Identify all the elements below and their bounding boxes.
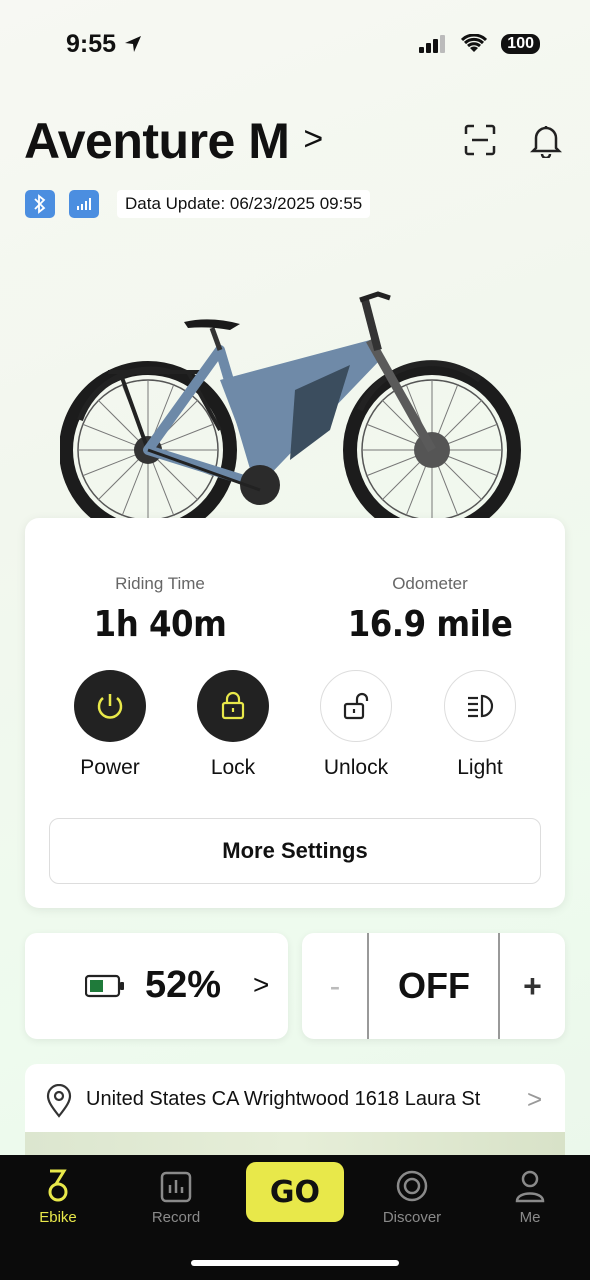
tab-record[interactable]: Record [136, 1163, 216, 1226]
assist-level-card: - OFF + [302, 933, 565, 1039]
bike-name-button[interactable]: Aventure M > [24, 112, 323, 170]
tab-me-label: Me [519, 1209, 541, 1226]
unlock-icon [320, 670, 392, 742]
chevron-right-icon: > [303, 119, 323, 158]
odometer-value: 16.9 mile [347, 604, 513, 645]
data-update-timestamp: Data Update: 06/23/2025 09:55 [117, 190, 371, 218]
more-settings-button[interactable]: More Settings [49, 818, 541, 884]
assist-increase-button[interactable]: + [500, 933, 565, 1039]
address-text: United States CA Wrightwood 1618 Laura S… [86, 1088, 481, 1110]
discover-icon [372, 1163, 452, 1203]
go-button[interactable]: GO [246, 1162, 344, 1222]
lock-label: Lock [210, 756, 256, 779]
location-arrow-icon [125, 36, 141, 52]
bike-image [60, 291, 521, 539]
light-label: Light [457, 756, 503, 779]
status-battery: 100 [501, 34, 540, 54]
status-indicators: 100 [419, 34, 540, 54]
assist-level-value: OFF [398, 965, 470, 1006]
headlight-icon [444, 670, 516, 742]
light-button[interactable]: Light [425, 670, 535, 780]
location-pin-icon [46, 1084, 72, 1118]
lock-icon [197, 670, 269, 742]
battery-card[interactable]: 52% > [25, 933, 288, 1039]
riding-time-value: 1h 40m [93, 604, 227, 645]
tab-discover[interactable]: Discover [372, 1163, 452, 1226]
tab-ebike-label: Ebike [39, 1209, 77, 1226]
location-row[interactable]: United States CA Wrightwood 1618 Laura S… [25, 1064, 565, 1134]
tab-record-label: Record [151, 1209, 201, 1226]
unlock-button[interactable]: Unlock [301, 670, 411, 780]
home-indicator [191, 1260, 399, 1266]
cellular-signal-icon [419, 35, 446, 53]
battery-icon [85, 974, 124, 998]
profile-icon [490, 1163, 570, 1203]
header-actions [464, 124, 562, 158]
power-icon [74, 670, 146, 742]
battery-percent: 52% [145, 964, 222, 1006]
ride-stats-card: Riding Time 1h 40m Odometer 16.9 mile Po… [25, 518, 565, 908]
riding-time-label: Riding Time [115, 574, 205, 593]
chevron-right-icon: > [527, 1084, 543, 1114]
tab-discover-label: Discover [382, 1209, 442, 1226]
tab-me[interactable]: Me [490, 1163, 570, 1226]
wifi-icon [461, 34, 488, 52]
bell-icon[interactable] [530, 124, 562, 158]
power-button[interactable]: Power [55, 670, 165, 780]
lock-button[interactable]: Lock [178, 670, 288, 780]
odometer-label: Odometer [392, 574, 468, 593]
power-label: Power [80, 756, 140, 779]
record-chart-icon [136, 1163, 216, 1203]
ebike-icon [18, 1163, 98, 1203]
assist-decrease-button[interactable]: - [302, 933, 368, 1039]
chevron-right-icon: > [253, 969, 270, 1000]
unlock-label: Unlock [323, 756, 389, 779]
tab-ebike[interactable]: Ebike [18, 1163, 98, 1226]
page-title: Aventure M [24, 113, 290, 169]
scan-icon[interactable] [464, 124, 496, 156]
status-time: 9:55 [66, 30, 143, 59]
signal-status-icon [69, 190, 99, 218]
bluetooth-status-icon [25, 190, 55, 218]
